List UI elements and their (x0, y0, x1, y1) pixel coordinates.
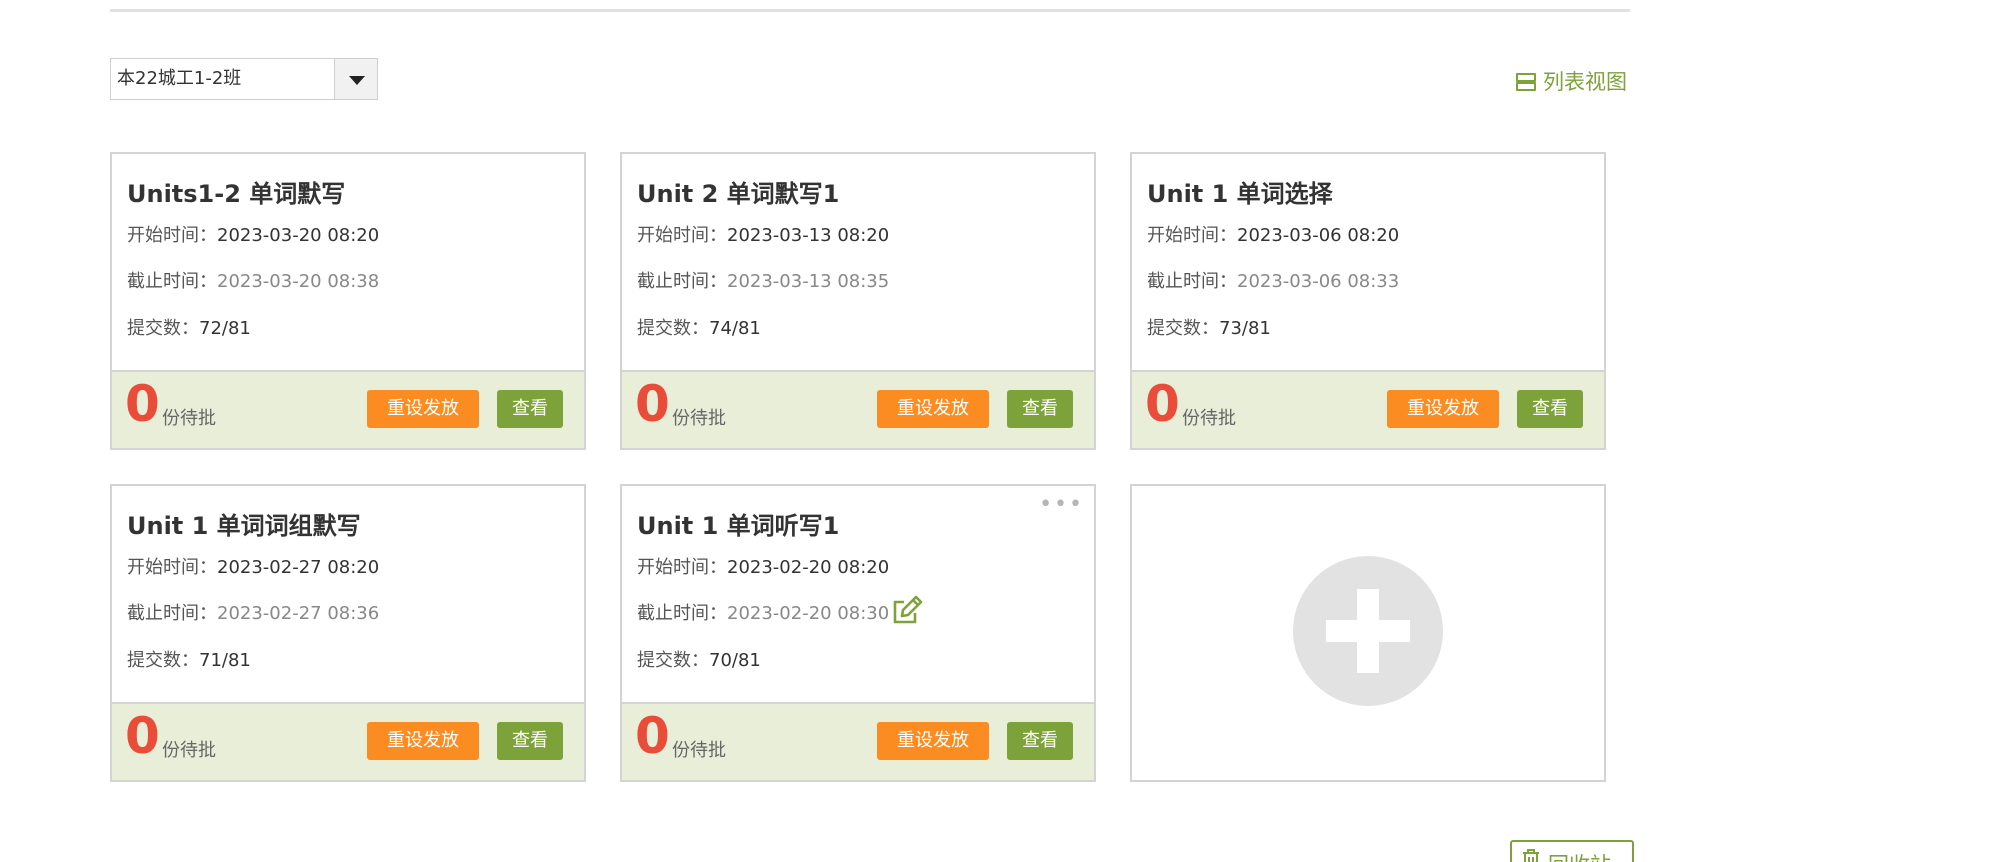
card-start-time: 开始时间：2023-02-27 08:20 (127, 557, 380, 578)
card-footer: 0 份待批 重设发放 查看 (622, 702, 1094, 780)
card-end-time: 截止时间：2023-03-13 08:35 (637, 271, 890, 292)
card-footer: 0 份待批 重设发放 查看 (112, 370, 584, 448)
trash-icon (1523, 849, 1539, 862)
assignment-card[interactable]: Unit 1 单词词组默写 开始时间：2023-02-27 08:20 截止时间… (110, 484, 586, 782)
assignment-board: 本22城工1-2班 列表视图 Units1-2 单词默写 开始时间：2023-0… (0, 0, 2002, 862)
view-button[interactable]: 查看 (497, 722, 563, 760)
card-footer: 0 份待批 重设发放 查看 (1132, 370, 1604, 448)
class-select[interactable]: 本22城工1-2班 (110, 58, 378, 100)
pending-label: 份待批 (672, 408, 726, 429)
reset-distribution-button[interactable]: 重设发放 (367, 390, 479, 428)
view-button[interactable]: 查看 (497, 390, 563, 428)
edit-icon[interactable] (890, 593, 924, 627)
pending-label: 份待批 (162, 740, 216, 761)
recycle-bin-label: 回收站 (1548, 849, 1611, 862)
card-start-time: 开始时间：2023-03-20 08:20 (127, 225, 380, 246)
card-title: Unit 1 单词选择 (1147, 180, 1333, 208)
card-body: Unit 1 单词选择 开始时间：2023-03-06 08:20 截止时间：2… (1132, 154, 1604, 372)
pending-count: 0 (635, 707, 670, 765)
list-view-label: 列表视图 (1543, 70, 1627, 94)
pending-label: 份待批 (672, 740, 726, 761)
reset-distribution-button[interactable]: 重设发放 (877, 390, 989, 428)
card-submissions: 提交数：71/81 (127, 650, 251, 671)
assignment-card[interactable]: Unit 2 单词默写1 开始时间：2023-03-13 08:20 截止时间：… (620, 152, 1096, 450)
plus-icon[interactable] (1293, 556, 1443, 706)
pending-count: 0 (1145, 375, 1180, 433)
pending-label: 份待批 (162, 408, 216, 429)
card-body: ••• Unit 1 单词听写1 开始时间：2023-02-20 08:20 截… (622, 486, 1094, 704)
card-submissions: 提交数：73/81 (1147, 318, 1271, 339)
view-button[interactable]: 查看 (1007, 390, 1073, 428)
card-end-time: 截止时间：2023-03-06 08:33 (1147, 271, 1400, 292)
chevron-down-icon[interactable] (334, 59, 377, 99)
card-body: Unit 2 单词默写1 开始时间：2023-03-13 08:20 截止时间：… (622, 154, 1094, 372)
recycle-bin-button[interactable]: 回收站 (1510, 840, 1634, 862)
add-assignment-card[interactable] (1130, 484, 1606, 782)
pending-count: 0 (635, 375, 670, 433)
reset-distribution-button[interactable]: 重设发放 (367, 722, 479, 760)
card-footer: 0 份待批 重设发放 查看 (622, 370, 1094, 448)
pending-count: 0 (125, 375, 160, 433)
card-title: Unit 1 单词听写1 (637, 512, 840, 540)
view-button[interactable]: 查看 (1517, 390, 1583, 428)
assignment-card[interactable]: Unit 1 单词选择 开始时间：2023-03-06 08:20 截止时间：2… (1130, 152, 1606, 450)
more-options-icon[interactable]: ••• (1039, 494, 1084, 516)
view-button[interactable]: 查看 (1007, 722, 1073, 760)
list-view-button[interactable]: 列表视图 (1516, 66, 1627, 96)
card-start-time: 开始时间：2023-02-20 08:20 (637, 557, 890, 578)
card-title: Unit 1 单词词组默写 (127, 512, 361, 540)
pending-label: 份待批 (1182, 408, 1236, 429)
assignment-card[interactable]: Units1-2 单词默写 开始时间：2023-03-20 08:20 截止时间… (110, 152, 586, 450)
card-end-time: 截止时间：2023-02-27 08:36 (127, 603, 380, 624)
class-select-value: 本22城工1-2班 (117, 68, 242, 89)
card-title: Unit 2 单词默写1 (637, 180, 840, 208)
pending-count: 0 (125, 707, 160, 765)
assignment-card[interactable]: ••• Unit 1 单词听写1 开始时间：2023-02-20 08:20 截… (620, 484, 1096, 782)
card-end-time: 截止时间：2023-03-20 08:38 (127, 271, 380, 292)
card-start-time: 开始时间：2023-03-06 08:20 (1147, 225, 1400, 246)
reset-distribution-button[interactable]: 重设发放 (877, 722, 989, 760)
card-end-time: 截止时间：2023-02-20 08:30 (637, 603, 890, 624)
card-submissions: 提交数：72/81 (127, 318, 251, 339)
reset-distribution-button[interactable]: 重设发放 (1387, 390, 1499, 428)
card-footer: 0 份待批 重设发放 查看 (112, 702, 584, 780)
top-divider (110, 9, 1630, 12)
card-start-time: 开始时间：2023-03-13 08:20 (637, 225, 890, 246)
card-body: Unit 1 单词词组默写 开始时间：2023-02-27 08:20 截止时间… (112, 486, 584, 704)
card-title: Units1-2 单词默写 (127, 180, 346, 208)
card-submissions: 提交数：74/81 (637, 318, 761, 339)
card-body: Units1-2 单词默写 开始时间：2023-03-20 08:20 截止时间… (112, 154, 584, 372)
list-view-icon (1516, 73, 1536, 91)
card-submissions: 提交数：70/81 (637, 650, 761, 671)
